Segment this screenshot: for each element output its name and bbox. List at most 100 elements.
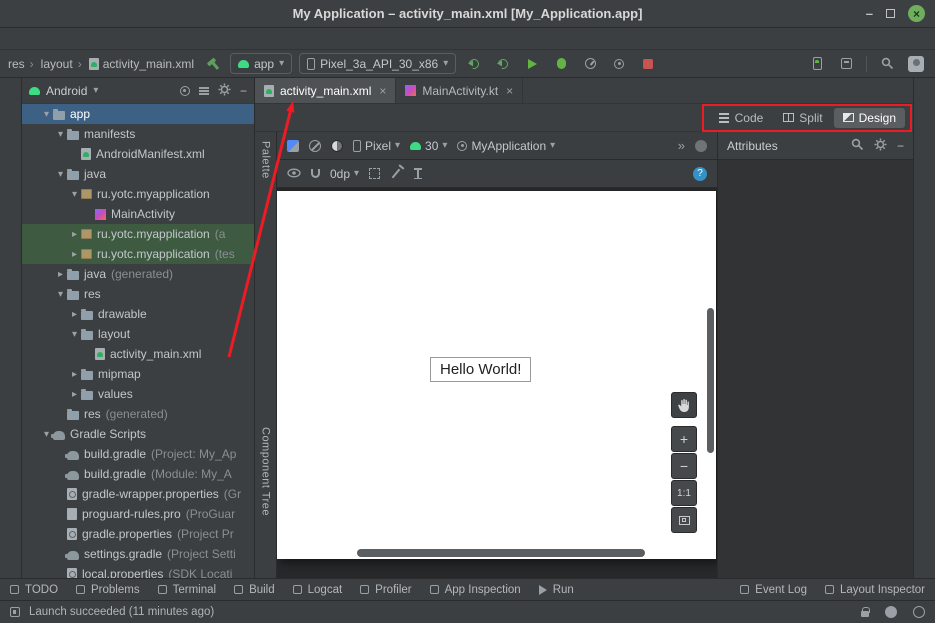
zoom-ratio-button[interactable]: 1:1 [671, 480, 697, 506]
locate-file-icon[interactable] [180, 86, 190, 96]
tree-row[interactable]: activity_main.xml [22, 344, 254, 364]
tree-row[interactable]: settings.gradle (Project Setti [22, 544, 254, 564]
tree-row[interactable]: local.properties (SDK Locati [22, 564, 254, 578]
tree-row[interactable]: ▸ mipmap [22, 364, 254, 384]
apply-code-changes-icon[interactable] [492, 53, 514, 75]
read-only-lock-icon[interactable] [861, 611, 869, 617]
menu-item[interactable] [4, 37, 18, 41]
expand-chevron-icon[interactable]: ▸ [68, 309, 81, 320]
close-tab-icon[interactable]: × [506, 84, 513, 98]
sort-icon[interactable] [199, 90, 209, 92]
expand-chevron-icon[interactable]: ▾ [54, 169, 67, 180]
close-tab-icon[interactable]: × [379, 84, 386, 98]
settings-gear-icon[interactable] [218, 83, 231, 99]
avd-manager-icon[interactable] [806, 53, 828, 75]
breadcrumb-item[interactable]: › layout [27, 57, 73, 71]
tree-row[interactable]: ▸ drawable [22, 304, 254, 324]
tool-window-button[interactable]: App Inspection [430, 584, 521, 596]
menu-item[interactable] [144, 37, 158, 41]
debug-icon[interactable] [550, 53, 572, 75]
mode-button[interactable]: Split [774, 108, 831, 128]
device-select[interactable]: Pixel_3a_API_30_x86 ▾ [299, 53, 456, 74]
run-configuration-select[interactable]: app ▾ [230, 53, 292, 74]
hide-panel-icon[interactable]: − [897, 139, 904, 153]
tree-row[interactable]: ▸ ru.yotc.myapplication (tes [22, 244, 254, 264]
tree-row[interactable]: ▾ res [22, 284, 254, 304]
pan-hand-button[interactable] [671, 392, 697, 418]
tree-row[interactable]: build.gradle (Project: My_Ap [22, 444, 254, 464]
maximize-button[interactable] [886, 9, 895, 18]
expand-chevron-icon[interactable]: ▸ [68, 389, 81, 400]
menu-item[interactable] [130, 37, 144, 41]
horizontal-scrollbar[interactable] [357, 549, 645, 557]
tool-window-button[interactable]: TODO [10, 584, 58, 596]
expand-chevron-icon[interactable]: ▸ [68, 369, 81, 380]
breadcrumb-item[interactable]: › res [8, 57, 25, 71]
apply-changes-icon[interactable] [463, 53, 485, 75]
overflow-menu-icon[interactable]: » [678, 138, 685, 153]
menu-item[interactable] [32, 37, 46, 41]
tree-row[interactable]: ▾ layout [22, 324, 254, 344]
run-icon[interactable] [521, 53, 543, 75]
zoom-in-button[interactable]: + [671, 426, 697, 452]
editor-tab[interactable]: activity_main.xml × [255, 78, 396, 103]
guidelines-icon[interactable] [369, 168, 380, 179]
tool-window-button[interactable]: Run [539, 584, 574, 596]
tree-row[interactable]: ▾ Gradle Scripts [22, 424, 254, 444]
default-margin-select[interactable]: 0dp ▾ [330, 167, 359, 181]
expand-chevron-icon[interactable]: ▸ [68, 229, 81, 240]
issues-indicator-icon[interactable] [695, 140, 707, 152]
editor-tab[interactable]: MainActivity.kt × [396, 78, 523, 103]
sdk-manager-icon[interactable] [835, 53, 857, 75]
project-view-selector[interactable]: Android [46, 84, 87, 98]
api-level-menu[interactable]: 30 ▾ [410, 139, 447, 153]
tree-row[interactable]: gradle.properties (Project Pr [22, 524, 254, 544]
menu-item[interactable] [116, 37, 130, 41]
tool-window-button[interactable]: Terminal [158, 584, 216, 596]
profile-avatar-icon[interactable] [905, 53, 927, 75]
theme-menu[interactable]: MyApplication ▾ [457, 139, 555, 153]
mode-button[interactable]: Code [709, 108, 773, 128]
tree-row[interactable]: ▾ java [22, 164, 254, 184]
tool-window-button[interactable]: Build [234, 584, 275, 596]
menu-item[interactable] [18, 37, 32, 41]
design-surface-icon[interactable] [287, 140, 299, 152]
close-button[interactable]: × [908, 5, 925, 22]
expand-chevron-icon[interactable]: ▾ [54, 129, 67, 140]
tool-window-button[interactable]: Profiler [360, 584, 411, 596]
build-hammer-icon[interactable] [201, 53, 223, 75]
feedback-icon[interactable] [913, 606, 925, 618]
tree-row[interactable]: build.gradle (Module: My_A [22, 464, 254, 484]
profiler-icon[interactable] [579, 53, 601, 75]
zoom-out-button[interactable]: − [671, 453, 697, 479]
tree-row[interactable]: ▾ manifests [22, 124, 254, 144]
tree-row[interactable]: res (generated) [22, 404, 254, 424]
menu-item[interactable] [88, 37, 102, 41]
tree-row[interactable]: ▸ values [22, 384, 254, 404]
expand-chevron-icon[interactable]: ▾ [68, 189, 81, 200]
minimize-button[interactable]: – [866, 7, 873, 20]
tree-row[interactable]: ▸ java (generated) [22, 264, 254, 284]
menu-item[interactable] [60, 37, 74, 41]
autoconnect-magnet-icon[interactable] [311, 169, 320, 178]
notification-icon[interactable] [885, 606, 897, 618]
vertical-scrollbar[interactable] [707, 308, 714, 453]
orientation-icon[interactable] [309, 140, 321, 152]
tool-window-button[interactable]: Problems [76, 584, 140, 596]
tool-window-button[interactable]: Logcat [293, 584, 343, 596]
expand-chevron-icon[interactable]: ▸ [54, 269, 67, 280]
attach-debugger-icon[interactable] [608, 53, 630, 75]
menu-item[interactable] [46, 37, 60, 41]
tool-window-switcher-icon[interactable] [10, 607, 20, 617]
component-tree-panel-button[interactable]: Component Tree [260, 427, 272, 516]
night-mode-icon[interactable] [331, 140, 343, 152]
infer-constraints-wand-icon[interactable] [392, 169, 401, 179]
breadcrumb-item[interactable]: › activity_main.xml [75, 57, 194, 71]
expand-chevron-icon[interactable]: ▾ [40, 109, 53, 120]
hello-world-textview[interactable]: Hello World! [430, 357, 531, 382]
design-canvas[interactable]: Hello World! + − 1:1 [277, 188, 717, 578]
tree-row[interactable]: proguard-rules.pro (ProGuar [22, 504, 254, 524]
mode-button[interactable]: Design [834, 108, 905, 128]
device-menu[interactable]: Pixel ▾ [353, 139, 400, 153]
tree-row[interactable]: AndroidManifest.xml [22, 144, 254, 164]
